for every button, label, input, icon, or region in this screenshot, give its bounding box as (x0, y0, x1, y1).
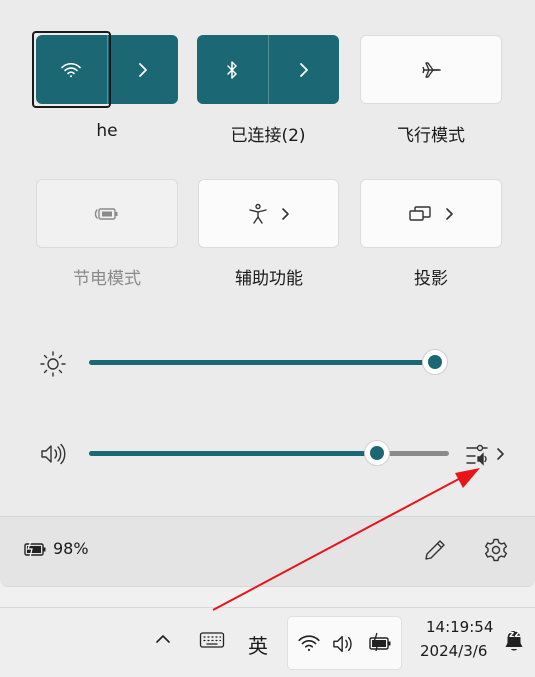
system-tray-group[interactable] (287, 616, 402, 670)
battery-saver-tile-label: 节电模式 (73, 269, 141, 289)
airplane-icon (420, 59, 442, 81)
input-method-indicator[interactable]: 英 (248, 630, 268, 659)
bluetooth-icon (225, 60, 239, 80)
accessibility-tile[interactable] (198, 179, 339, 248)
battery-charging-icon (22, 540, 48, 558)
audio-output-button[interactable] (465, 440, 510, 468)
volume-slider-thumb[interactable] (364, 440, 390, 466)
brightness-slider[interactable] (89, 349, 448, 375)
keyboard-icon (199, 631, 225, 649)
accessibility-tile-label: 辅助功能 (235, 269, 303, 289)
bluetooth-tile-label: 已连接(2) (230, 126, 306, 146)
chevron-right-icon (444, 207, 454, 221)
bluetooth-toggle-button[interactable] (197, 35, 268, 104)
project-tile-label: 投影 (414, 269, 448, 289)
wifi-expand-button[interactable] (108, 35, 179, 104)
quick-settings-panel: he 已连接(2) 飞行模式 节电模式 辅助功能 投影 98% (0, 0, 535, 587)
pencil-icon[interactable] (422, 537, 448, 563)
battery-charging-icon (367, 631, 393, 653)
battery-percentage: 98% (53, 539, 89, 558)
do-not-disturb-badge: zZ (509, 630, 521, 640)
battery-saver-tile (36, 179, 178, 248)
brightness-slider-thumb[interactable] (422, 349, 448, 375)
gear-icon[interactable] (483, 537, 509, 563)
brightness-icon (39, 350, 67, 378)
quick-settings-footer: 98% (0, 516, 535, 586)
wifi-tile-label: he (96, 121, 118, 141)
chevron-right-icon (280, 207, 290, 221)
airplane-mode-tile-label: 飞行模式 (397, 126, 465, 146)
volume-slider-fill (89, 451, 377, 456)
battery-saver-icon (94, 206, 120, 222)
audio-mixer-icon (465, 441, 491, 467)
project-tile[interactable] (360, 179, 502, 248)
clock-date: 2024/3/6 (420, 642, 488, 660)
taskbar: 英 14:19:54 2024/3/6 zZ (0, 607, 535, 677)
chevron-right-icon (495, 446, 505, 462)
accessibility-icon (248, 203, 268, 225)
chevron-up-icon (154, 632, 172, 646)
airplane-mode-tile[interactable] (360, 35, 502, 104)
wifi-focus-ring (32, 31, 111, 108)
chevron-right-icon (298, 61, 310, 79)
show-hidden-icons-button[interactable] (154, 632, 172, 646)
project-icon (408, 205, 432, 223)
bluetooth-tile[interactable] (197, 35, 339, 104)
touch-keyboard-button[interactable] (199, 631, 225, 649)
speaker-icon (331, 633, 357, 655)
volume-slider[interactable] (89, 440, 449, 466)
wifi-icon (297, 633, 321, 653)
clock[interactable]: 14:19:54 2024/3/6 (420, 618, 510, 660)
chevron-right-icon (137, 61, 149, 79)
speaker-icon[interactable] (39, 442, 67, 466)
battery-status[interactable]: 98% (22, 539, 89, 558)
clock-time: 14:19:54 (426, 618, 494, 636)
brightness-slider-fill (89, 360, 435, 365)
bluetooth-expand-button[interactable] (269, 35, 340, 104)
notification-button[interactable]: zZ (502, 628, 528, 656)
